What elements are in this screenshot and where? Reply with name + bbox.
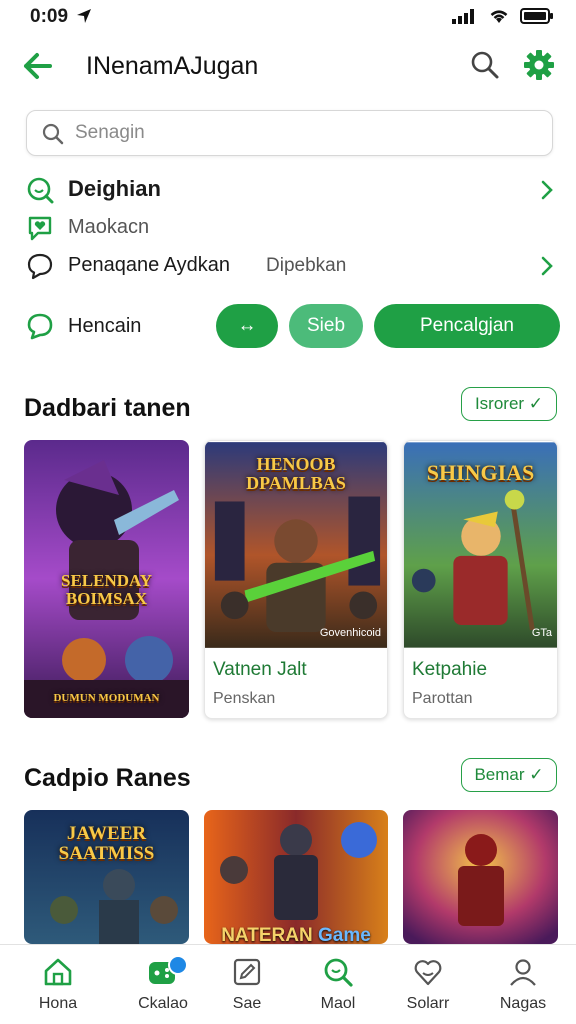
profile-icon bbox=[510, 959, 536, 986]
game-art-title: SELENDAY BOIMSAX bbox=[60, 571, 153, 608]
nav-item-search[interactable]: Maol bbox=[290, 945, 386, 1024]
signal-icon bbox=[452, 9, 474, 24]
swap-pill-button[interactable]: ↔ bbox=[216, 304, 278, 348]
status-icons bbox=[452, 8, 554, 24]
menu-row-0[interactable]: Deighian bbox=[0, 173, 576, 207]
menu-row-1[interactable]: Maokacn bbox=[0, 211, 576, 245]
row-label: Penaqane Aydkan bbox=[68, 254, 231, 276]
chevron-right-icon bbox=[541, 256, 553, 276]
search-input[interactable] bbox=[75, 119, 535, 147]
game-art-title-main: NATERAN bbox=[221, 925, 313, 945]
game-art-image bbox=[204, 810, 388, 944]
heart-face-icon bbox=[414, 960, 442, 986]
nav-item-favorites[interactable]: Solarr bbox=[380, 945, 476, 1024]
section-title: Cadpio Ranes bbox=[24, 764, 191, 792]
nav-label: Hona bbox=[38, 995, 78, 1012]
search-button[interactable] bbox=[470, 50, 504, 84]
nav-item-home[interactable]: Hona bbox=[10, 945, 106, 1024]
game-art-caption: GTa bbox=[531, 627, 552, 639]
chat-heart-icon bbox=[28, 216, 52, 241]
nav-label: Nagas bbox=[499, 995, 547, 1012]
game-art-title-accent: Game bbox=[317, 925, 371, 945]
game-card[interactable]: HENOOB DPAMLBAS Govenhicoid Vatnen Jalt … bbox=[204, 440, 388, 719]
game-art-title: NATERAN Game bbox=[204, 925, 388, 945]
search-bar bbox=[26, 110, 553, 156]
game-name: Vatnen Jalt bbox=[213, 659, 307, 680]
nav-item-profile[interactable]: Nagas bbox=[475, 945, 571, 1024]
nav-label: Sae bbox=[232, 995, 262, 1012]
game-art-title: HENOOB DPAMLBAS bbox=[246, 454, 346, 493]
game-name: Ketpahie bbox=[412, 659, 488, 680]
nav-label: Maol bbox=[320, 995, 356, 1012]
see-all-button[interactable]: Bemar ✓ bbox=[461, 758, 557, 792]
nav-label: Ckalao bbox=[138, 995, 188, 1012]
chat-bubble-icon bbox=[27, 253, 53, 280]
game-subtitle: Parottan bbox=[412, 690, 473, 707]
battery-icon bbox=[520, 8, 553, 24]
back-arrow-icon bbox=[24, 53, 52, 79]
back-button[interactable] bbox=[20, 48, 60, 88]
notification-badge bbox=[168, 955, 188, 975]
menu-row-2[interactable]: Penaqane Aydkan Dipebkan bbox=[0, 249, 576, 283]
game-art-caption: DUMUN MODUMAN bbox=[53, 692, 160, 704]
see-all-button[interactable]: Isrorer ✓ bbox=[461, 387, 557, 421]
search-icon bbox=[471, 51, 499, 79]
game-card[interactable] bbox=[403, 810, 558, 944]
nav-item-games[interactable]: Ckalao bbox=[115, 945, 211, 1024]
row-label: Deighian bbox=[68, 176, 161, 201]
chat-bubble-icon bbox=[27, 313, 53, 340]
game-subtitle: Penskan bbox=[213, 690, 276, 707]
game-art-caption: Govenhicoid bbox=[319, 627, 381, 639]
game-card[interactable]: SHINGIAS GTa Ketpahie Parottan bbox=[403, 440, 558, 719]
game-art-title: SHINGIAS bbox=[426, 460, 535, 485]
large-pill-button[interactable]: Pencalgjan bbox=[374, 304, 560, 348]
nav-item-edit[interactable]: Sae bbox=[199, 945, 295, 1024]
settings-button[interactable] bbox=[522, 48, 560, 86]
chevron-right-icon bbox=[541, 180, 553, 200]
row-extra: Dipebkan bbox=[266, 255, 347, 276]
page-title: INenamAJugan bbox=[86, 52, 259, 80]
game-art-image bbox=[403, 810, 558, 944]
search-icon bbox=[324, 958, 353, 987]
game-card[interactable]: JAWEER SAATMISS bbox=[24, 810, 189, 944]
home-icon bbox=[44, 958, 72, 986]
edit-icon bbox=[233, 958, 261, 986]
gear-icon bbox=[524, 50, 554, 80]
status-bar: 0:09 bbox=[0, 0, 576, 34]
small-pill-button[interactable]: Sieb bbox=[289, 304, 363, 348]
game-card[interactable]: NATERAN Game bbox=[204, 810, 388, 944]
filter-label: Hencain bbox=[68, 315, 142, 337]
row-label: Maokacn bbox=[68, 216, 150, 238]
game-art-title: JAWEER SAATMISS bbox=[58, 823, 155, 864]
app-bar: INenamAJugan bbox=[0, 40, 576, 96]
search-face-icon bbox=[27, 177, 54, 204]
location-arrow-icon bbox=[77, 9, 91, 23]
wifi-icon bbox=[490, 10, 508, 23]
nav-label: Solarr bbox=[406, 995, 450, 1012]
search-icon bbox=[42, 123, 64, 145]
status-time: 0:09 bbox=[30, 6, 69, 27]
bottom-nav: Hona Ckalao Sae Maol Solarr Nagas bbox=[0, 944, 576, 1024]
game-card[interactable]: SELENDAY BOIMSAX DUMUN MODUMAN bbox=[24, 440, 189, 718]
section-title: Dadbari tanen bbox=[24, 394, 191, 422]
